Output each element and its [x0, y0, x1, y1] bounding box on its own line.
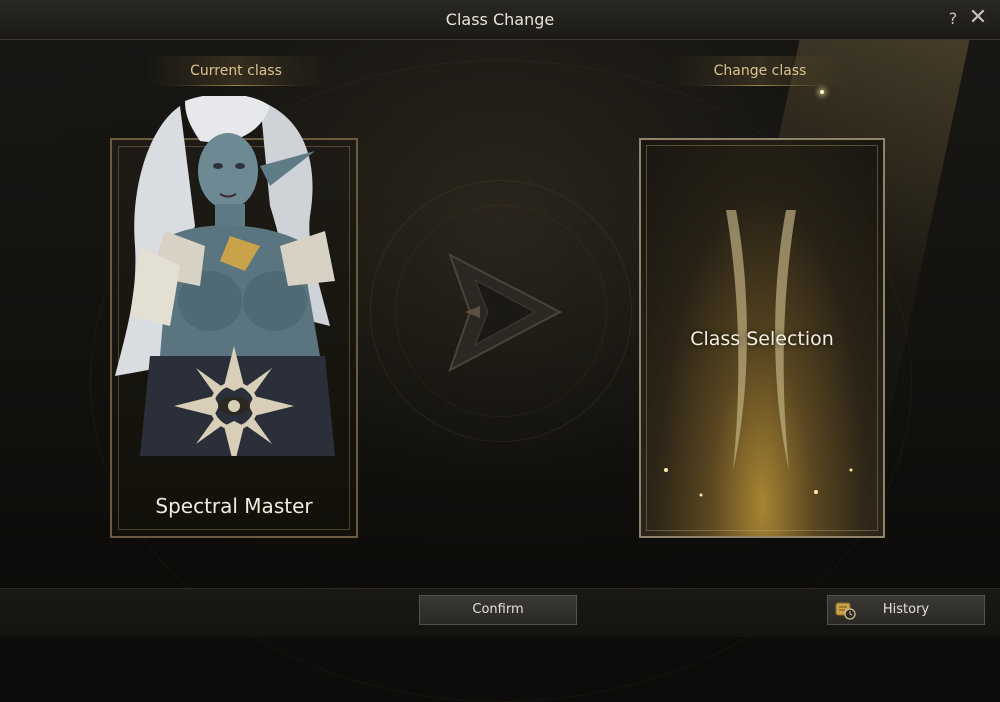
current-class-label: Current class	[146, 56, 326, 86]
character-portrait	[110, 96, 358, 456]
confirm-button[interactable]: Confirm	[419, 595, 577, 625]
help-icon[interactable]: ?	[944, 9, 962, 29]
title-bar: Class Change ? ✕	[0, 0, 1000, 40]
class-change-window: Class Change ? ✕ Current class Change cl…	[0, 0, 1000, 702]
arrow-right-icon	[448, 252, 563, 373]
history-scroll-icon	[835, 602, 856, 620]
current-class-name: Spectral Master	[155, 494, 313, 518]
close-icon[interactable]: ✕	[966, 6, 990, 30]
change-class-label: Change class	[670, 56, 850, 86]
class-selection-label[interactable]: Class Selection	[639, 328, 885, 350]
sparkle-decoration	[820, 90, 824, 94]
history-button-label: History	[882, 602, 930, 617]
window-title: Class Change	[445, 10, 555, 29]
